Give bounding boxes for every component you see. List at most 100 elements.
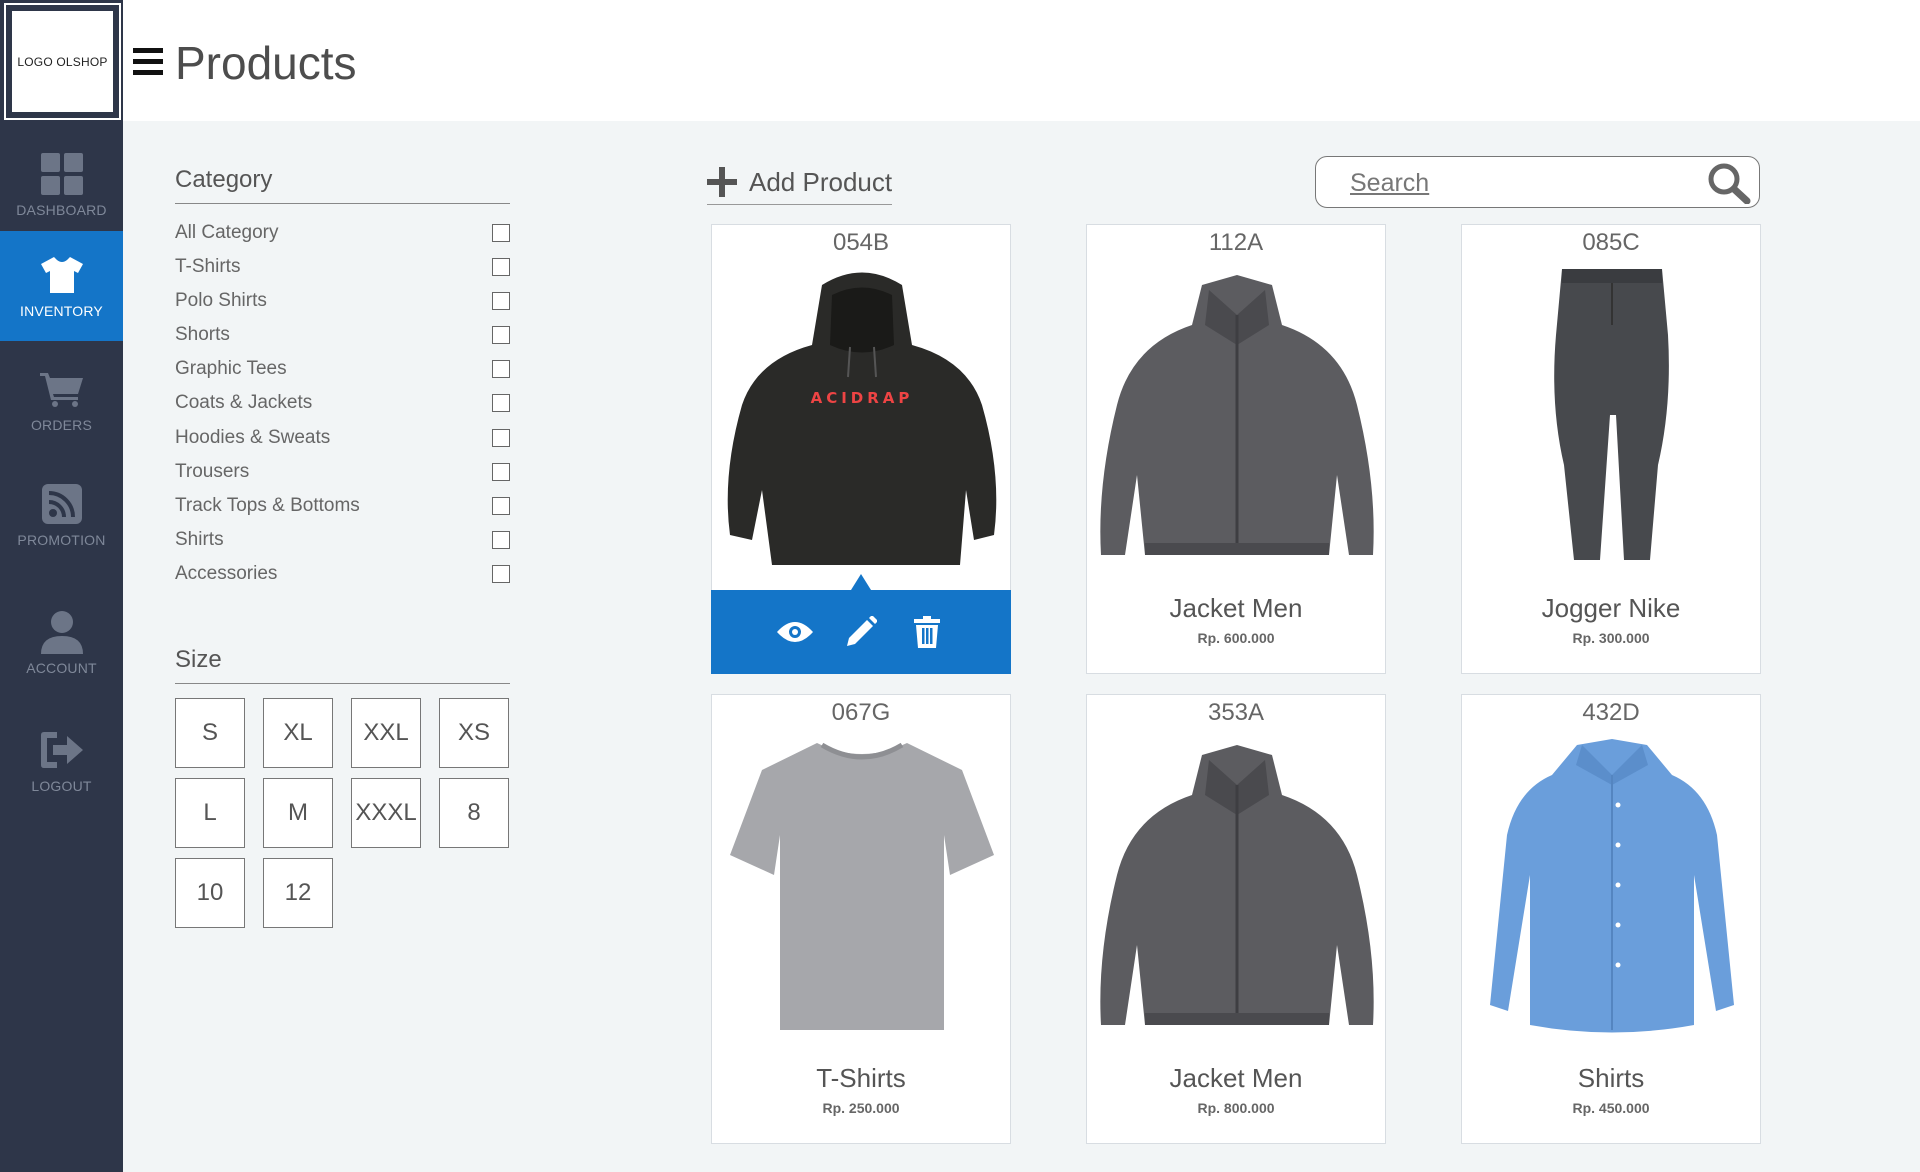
category-checkbox[interactable] (492, 292, 510, 310)
user-icon (40, 610, 84, 654)
sidebar-item-label: PROMOTION (17, 532, 106, 548)
product-actions-overlay (711, 574, 1011, 674)
category-filter-item[interactable]: Track Tops & Bottoms (175, 491, 510, 521)
size-option[interactable]: L (175, 778, 245, 848)
category-label: Track Tops & Bottoms (175, 495, 360, 516)
product-card[interactable]: 353A Jacket Men Rp. 800.000 (1086, 694, 1386, 1144)
size-title: Size (175, 646, 222, 673)
sidebar-item-logout[interactable]: LOGOUT (0, 706, 123, 816)
category-label: Trousers (175, 461, 250, 482)
size-option[interactable]: XS (439, 698, 509, 768)
category-label: Shirts (175, 529, 224, 550)
add-product-button[interactable]: Add Product (707, 160, 892, 204)
delete-icon[interactable] (909, 614, 945, 650)
rss-icon (40, 482, 84, 526)
category-filter-item[interactable]: Polo Shirts (175, 286, 510, 316)
sidebar-item-label: LOGOUT (31, 778, 92, 794)
logo-box: LOGO OLSHOP (12, 11, 113, 112)
product-card[interactable]: 432D Shirts Rp. 450.000 (1461, 694, 1761, 1144)
category-filter-item[interactable]: Trousers (175, 457, 510, 487)
category-checkbox[interactable] (492, 429, 510, 447)
product-image (1472, 265, 1750, 565)
size-option[interactable]: S (175, 698, 245, 768)
logo[interactable]: LOGO OLSHOP (4, 3, 121, 120)
product-image (1097, 735, 1375, 1035)
category-label: Accessories (175, 563, 278, 584)
category-checkbox[interactable] (492, 394, 510, 412)
category-checkbox[interactable] (492, 360, 510, 378)
category-filter-item[interactable]: Shorts (175, 320, 510, 350)
edit-icon[interactable] (843, 614, 879, 650)
category-label: Polo Shirts (175, 290, 267, 311)
category-label: All Category (175, 222, 279, 243)
product-price: Rp. 800.000 (1197, 1100, 1275, 1116)
category-checkbox[interactable] (492, 224, 510, 242)
product-image (722, 735, 1000, 1035)
product-code: 085C (1582, 229, 1640, 256)
product-image: ACIDRAP (722, 265, 1000, 565)
category-checkbox[interactable] (492, 565, 510, 583)
category-filter-item[interactable]: Shirts (175, 525, 510, 555)
divider (175, 203, 510, 204)
sidebar-item-label: DASHBOARD (16, 202, 107, 218)
product-code: 112A (1208, 229, 1264, 256)
sidebar-item-orders[interactable]: ORDERS (0, 345, 123, 455)
product-code: 432D (1582, 699, 1640, 726)
sidebar-item-label: ORDERS (30, 417, 93, 433)
hamburger-icon[interactable] (133, 48, 163, 80)
product-code: 353A (1207, 699, 1265, 726)
grid-icon (40, 152, 84, 196)
size-option[interactable]: XXL (351, 698, 421, 768)
category-label: Hoodies & Sweats (175, 427, 331, 448)
category-label: T-Shirts (175, 256, 241, 277)
category-filter-item[interactable]: Hoodies & Sweats (175, 423, 510, 453)
category-filter-item[interactable]: Graphic Tees (175, 354, 510, 384)
category-checkbox[interactable] (492, 531, 510, 549)
product-card[interactable]: 085C Jogger Nike Rp. 300.000 (1461, 224, 1761, 674)
category-checkbox[interactable] (492, 326, 510, 344)
sidebar-item-account[interactable]: ACCOUNT (0, 588, 123, 698)
product-price: Rp. 250.000 (822, 1100, 900, 1116)
header: Products (123, 0, 1920, 121)
product-name: Jacket Men (1169, 593, 1303, 623)
size-option[interactable]: XL (263, 698, 333, 768)
view-icon[interactable] (777, 614, 813, 650)
size-option[interactable]: 10 (175, 858, 245, 928)
category-label: Coats & Jackets (175, 392, 313, 413)
category-filter-item[interactable]: All Category (175, 218, 510, 248)
product-card[interactable]: 067G T-Shirts Rp. 250.000 (711, 694, 1011, 1144)
category-filter-item[interactable]: T-Shirts (175, 252, 510, 282)
category-checkbox[interactable] (492, 463, 510, 481)
product-card[interactable]: 112A Jacket Men Rp. 600.000 (1086, 224, 1386, 674)
sidebar-item-dashboard[interactable]: DASHBOARD (0, 130, 123, 240)
divider (707, 204, 892, 205)
sidebar-item-inventory[interactable]: INVENTORY (0, 231, 123, 341)
category-filter-item[interactable]: Accessories (175, 559, 510, 589)
divider (175, 683, 510, 684)
size-option[interactable]: 12 (263, 858, 333, 928)
sidebar-item-label: INVENTORY (20, 303, 103, 319)
search-icon[interactable] (1707, 162, 1751, 205)
product-image (1097, 265, 1375, 565)
sidebar-item-promotion[interactable]: PROMOTION (0, 460, 123, 570)
sidebar-item-label: ACCOUNT (26, 660, 97, 676)
size-option[interactable]: 8 (439, 778, 509, 848)
category-checkbox[interactable] (492, 497, 510, 515)
tshirt-icon (40, 253, 84, 297)
category-filter-item[interactable]: Coats & Jackets (175, 388, 510, 418)
logout-icon (40, 728, 84, 772)
product-code: 054B (832, 229, 890, 256)
category-title: Category (175, 166, 273, 193)
product-name: Jacket Men (1169, 1063, 1303, 1093)
size-option[interactable]: XXXL (351, 778, 421, 848)
product-name: T-Shirts (816, 1063, 906, 1093)
cart-icon (39, 367, 84, 411)
product-card[interactable]: 054B ACIDRAP (711, 224, 1011, 674)
product-price: Rp. 600.000 (1197, 630, 1275, 646)
category-checkbox[interactable] (492, 258, 510, 276)
size-option[interactable]: M (263, 778, 333, 848)
product-image (1472, 735, 1750, 1035)
search-input[interactable] (1350, 166, 1690, 200)
logo-text: LOGO OLSHOP (17, 54, 108, 69)
category-label: Shorts (175, 324, 230, 345)
